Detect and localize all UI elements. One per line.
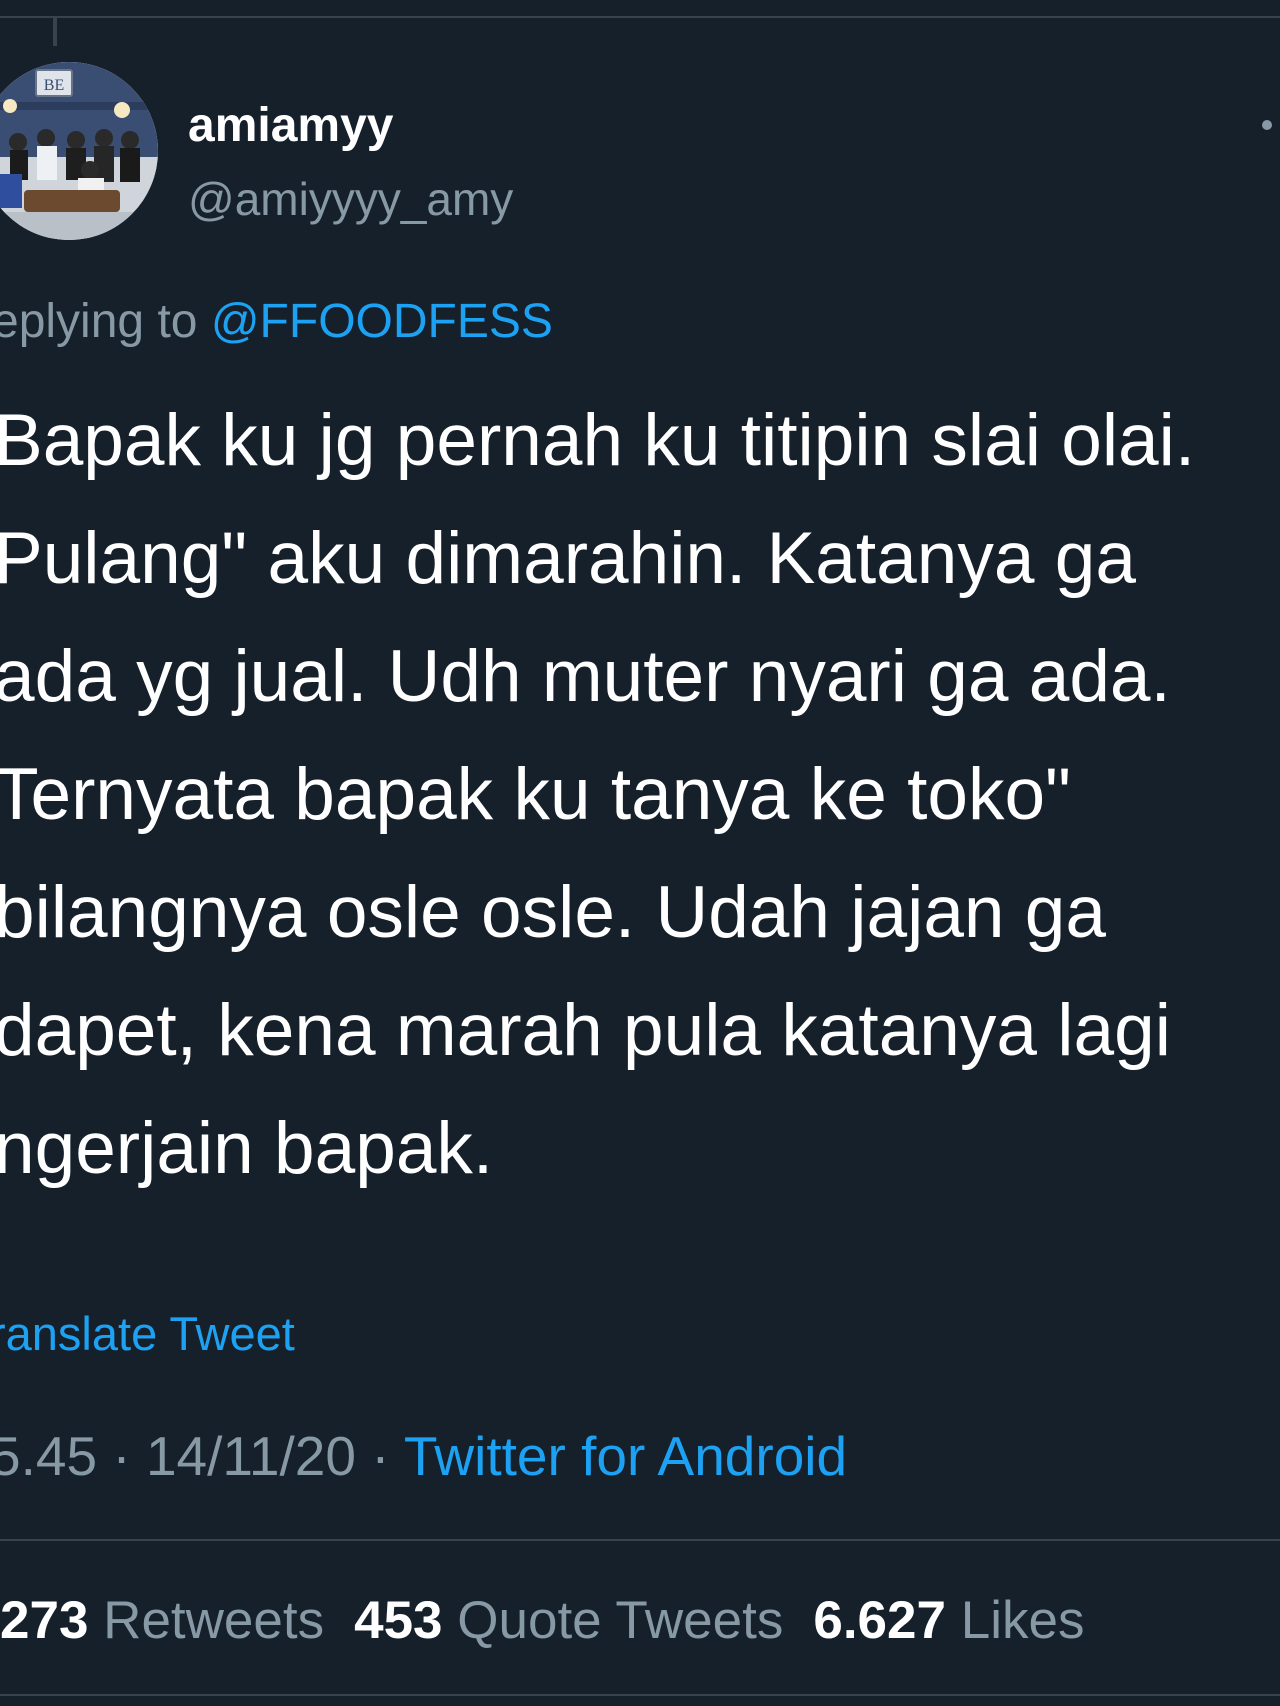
quote-tweets-stat[interactable]: 453 Quote Tweets [354, 1590, 783, 1651]
bottom-divider [0, 1694, 1280, 1696]
tweet-text-line: bilangnya osle osle. Udah jajan ga [0, 872, 1107, 953]
tweet-source-link[interactable]: Twitter for Android [404, 1425, 847, 1487]
meta-separator: · [371, 1425, 390, 1487]
tweet-meta: 5.45 · 14/11/20 · Twitter for Android [0, 1424, 847, 1488]
replying-to: eplying to @FFOODFESS [0, 294, 553, 349]
translate-tweet-link[interactable]: ranslate Tweet [0, 1306, 295, 1361]
likes-label: Likes [960, 1591, 1085, 1650]
tweet-text-line: Bapak ku jg pernah ku titipin slai olai. [0, 400, 1196, 481]
tweet-text-line: ada yg jual. Udh muter nyari ga ada. [0, 636, 1171, 717]
tweet-text-line: Pulang" aku dimarahin. Katanya ga [0, 518, 1136, 599]
retweets-count: 273 [0, 1591, 89, 1650]
tweet-date[interactable]: 14/11/20 [146, 1425, 356, 1487]
top-divider [0, 16, 1280, 18]
tweet-text-line: Ternyata bapak ku tanya ke toko" [0, 754, 1071, 835]
tweet-text: Bapak ku jg pernah ku titipin slai olai.… [0, 400, 1274, 1226]
tweet-text-line: ngerjain bapak. [0, 1108, 494, 1189]
likes-count: 6.627 [813, 1591, 946, 1650]
retweets-label: Retweets [103, 1591, 325, 1650]
retweets-stat[interactable]: 273 Retweets [0, 1590, 324, 1651]
avatar-photo: BE [0, 62, 158, 240]
reply-mention-link[interactable]: @FFOODFESS [211, 295, 553, 348]
meta-separator: · [112, 1425, 131, 1487]
thread-connector-line [53, 18, 57, 46]
tweet-time[interactable]: 5.45 [0, 1425, 97, 1487]
stats-divider [0, 1539, 1280, 1541]
quote-tweets-count: 453 [354, 1591, 443, 1650]
tweet-text-line: dapet, kena marah pula katanya lagi [0, 990, 1171, 1071]
replying-to-prefix: eplying to [0, 295, 198, 348]
avatar[interactable]: BE [0, 62, 158, 240]
more-options-icon[interactable] [1262, 120, 1272, 130]
tweet-stats: 273 Retweets 453 Quote Tweets 6.627 Like… [0, 1590, 1114, 1651]
likes-stat[interactable]: 6.627 Likes [813, 1590, 1084, 1651]
quote-tweets-label: Quote Tweets [457, 1591, 784, 1650]
user-handle[interactable]: @amiyyyy_amy [188, 172, 513, 226]
avatar-sign-text: BE [44, 77, 64, 94]
display-name[interactable]: amiamyy [188, 98, 393, 153]
